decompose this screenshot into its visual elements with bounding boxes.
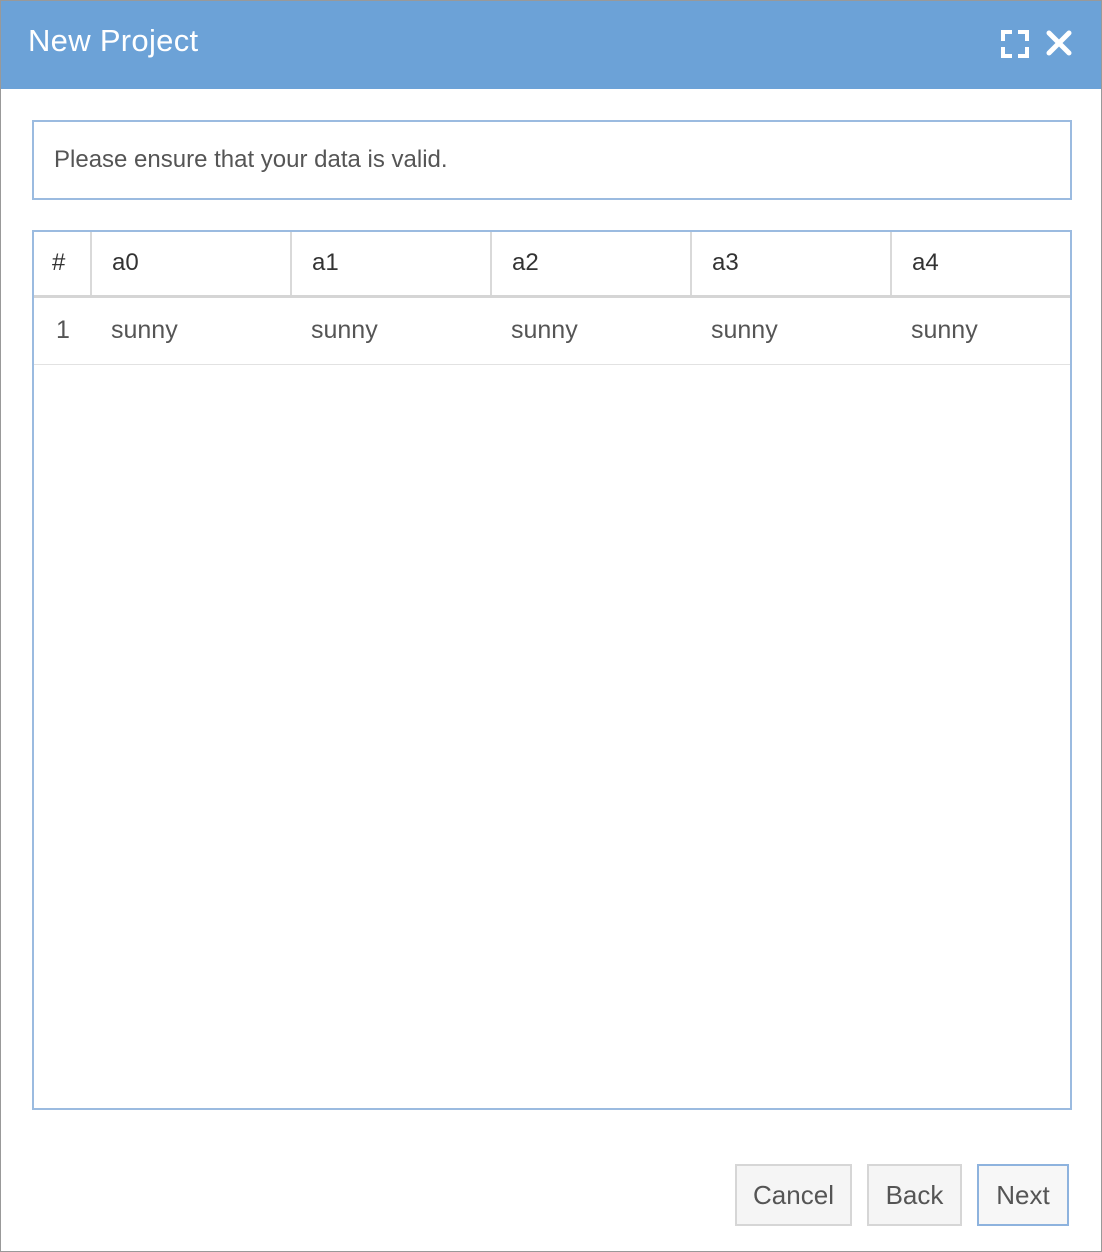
table-cell: sunny — [691, 296, 891, 365]
table-header-row: # a0 a1 a2 a3 a4 — [34, 232, 1070, 298]
table-cell: sunny — [491, 296, 691, 365]
table-cell: sunny — [291, 296, 491, 365]
row-number-cell: 1 — [34, 296, 91, 365]
maximize-icon[interactable] — [1000, 29, 1030, 59]
column-header-a0[interactable]: a0 — [91, 232, 292, 298]
cancel-button[interactable]: Cancel — [735, 1164, 852, 1226]
table-cell: sunny — [891, 296, 1070, 365]
validation-message: Please ensure that your data is valid. — [54, 146, 448, 173]
column-header-a3[interactable]: a3 — [691, 232, 892, 298]
table-cell: sunny — [91, 296, 291, 365]
column-header-a2[interactable]: a2 — [491, 232, 692, 298]
validation-message-box: Please ensure that your data is valid. — [32, 120, 1072, 200]
column-header-a1[interactable]: a1 — [291, 232, 492, 298]
next-button[interactable]: Next — [977, 1164, 1069, 1226]
new-project-dialog: New Project Please ensure that your data… — [0, 0, 1102, 1252]
column-header-row-number[interactable]: # — [34, 232, 92, 298]
data-table: # a0 a1 a2 a3 a4 1 sunny sunny sunny sun… — [34, 232, 1070, 365]
dialog-titlebar: New Project — [1, 1, 1101, 89]
column-header-a4[interactable]: a4 — [891, 232, 1070, 298]
dialog-title: New Project — [28, 23, 199, 58]
data-preview-table: # a0 a1 a2 a3 a4 1 sunny sunny sunny sun… — [32, 230, 1072, 1110]
close-icon[interactable] — [1044, 29, 1074, 59]
back-button[interactable]: Back — [867, 1164, 962, 1226]
table-row: 1 sunny sunny sunny sunny sunny — [34, 296, 1070, 365]
